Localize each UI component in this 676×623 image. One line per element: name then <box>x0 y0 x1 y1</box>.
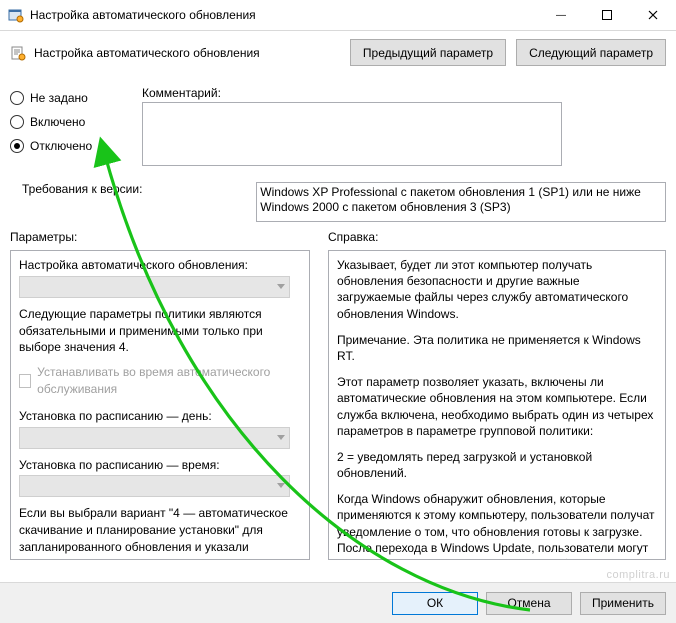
ok-button[interactable]: ОК <box>392 592 478 615</box>
prev-setting-button[interactable]: Предыдущий параметр <box>350 39 506 66</box>
radio-dot-icon <box>10 115 24 129</box>
help-paragraph: 2 = уведомлять перед загрузкой и установ… <box>337 449 655 481</box>
radio-dot-icon <box>10 139 24 153</box>
mid-columns: Параметры: Настройка автоматического обн… <box>0 230 676 560</box>
radio-not-configured[interactable]: Не задано <box>10 86 130 110</box>
radio-dot-icon <box>10 91 24 105</box>
radio-disabled[interactable]: Отключено <box>10 134 130 158</box>
radio-not-configured-label: Не задано <box>30 91 88 105</box>
apply-button[interactable]: Применить <box>580 592 666 615</box>
policy-icon <box>10 45 26 61</box>
content-top: Не задано Включено Отключено Комментарий… <box>0 78 676 222</box>
minimize-button[interactable]: — <box>538 0 584 30</box>
help-paragraph: Когда Windows обнаружит обновления, кото… <box>337 491 655 560</box>
close-button[interactable] <box>630 0 676 30</box>
option-text: Следующие параметры политики являются об… <box>19 306 305 356</box>
help-paragraph: Указывает, будет ли этот компьютер получ… <box>337 257 655 322</box>
radio-enabled-label: Включено <box>30 115 85 129</box>
version-readonly: Windows XP Professional с пакетом обновл… <box>256 182 666 222</box>
help-box[interactable]: Указывает, будет ли этот компьютер получ… <box>328 250 666 560</box>
checkbox-label: Устанавливать во время автоматического о… <box>37 364 305 398</box>
title-bar: Настройка автоматического обновления — <box>0 0 676 31</box>
help-label: Справка: <box>328 230 666 244</box>
scheduled-day-select <box>19 427 290 449</box>
install-during-maintenance-checkbox: Устанавливать во время автоматического о… <box>19 364 305 398</box>
option-text: Настройка автоматического обновления: <box>19 257 305 274</box>
next-setting-button[interactable]: Следующий параметр <box>516 39 666 66</box>
watermark: complitra.ru <box>607 569 670 581</box>
app-icon <box>8 7 24 23</box>
comment-textarea[interactable] <box>142 102 562 166</box>
maximize-button[interactable] <box>584 0 630 30</box>
options-box[interactable]: Настройка автоматического обновления: Сл… <box>10 250 310 560</box>
cancel-button[interactable]: Отмена <box>486 592 572 615</box>
checkbox-icon <box>19 374 31 388</box>
help-paragraph: Примечание. Эта политика не применяется … <box>337 332 655 364</box>
options-column: Параметры: Настройка автоматического обн… <box>10 230 310 560</box>
option-text: Если вы выбрали вариант "4 — автоматичес… <box>19 505 305 560</box>
comment-label: Комментарий: <box>142 86 666 100</box>
help-paragraph: Этот параметр позволяет указать, включен… <box>337 374 655 439</box>
help-column: Справка: Указывает, будет ли этот компью… <box>328 230 666 560</box>
auto-update-mode-select <box>19 276 290 298</box>
window-title: Настройка автоматического обновления <box>30 8 538 22</box>
footer: ОК Отмена Применить <box>0 582 676 623</box>
option-text: Установка по расписанию — день: <box>19 408 305 425</box>
scheduled-time-select <box>19 475 290 497</box>
page-title: Настройка автоматического обновления <box>34 46 260 60</box>
header: Настройка автоматического обновления Пре… <box>0 31 676 78</box>
radio-disabled-label: Отключено <box>30 139 92 153</box>
radio-enabled[interactable]: Включено <box>10 110 130 134</box>
option-text: Установка по расписанию — время: <box>19 457 305 474</box>
options-label: Параметры: <box>10 230 310 244</box>
version-label: Требования к версии: <box>10 182 244 196</box>
state-radio-group: Не задано Включено Отключено <box>10 78 130 158</box>
